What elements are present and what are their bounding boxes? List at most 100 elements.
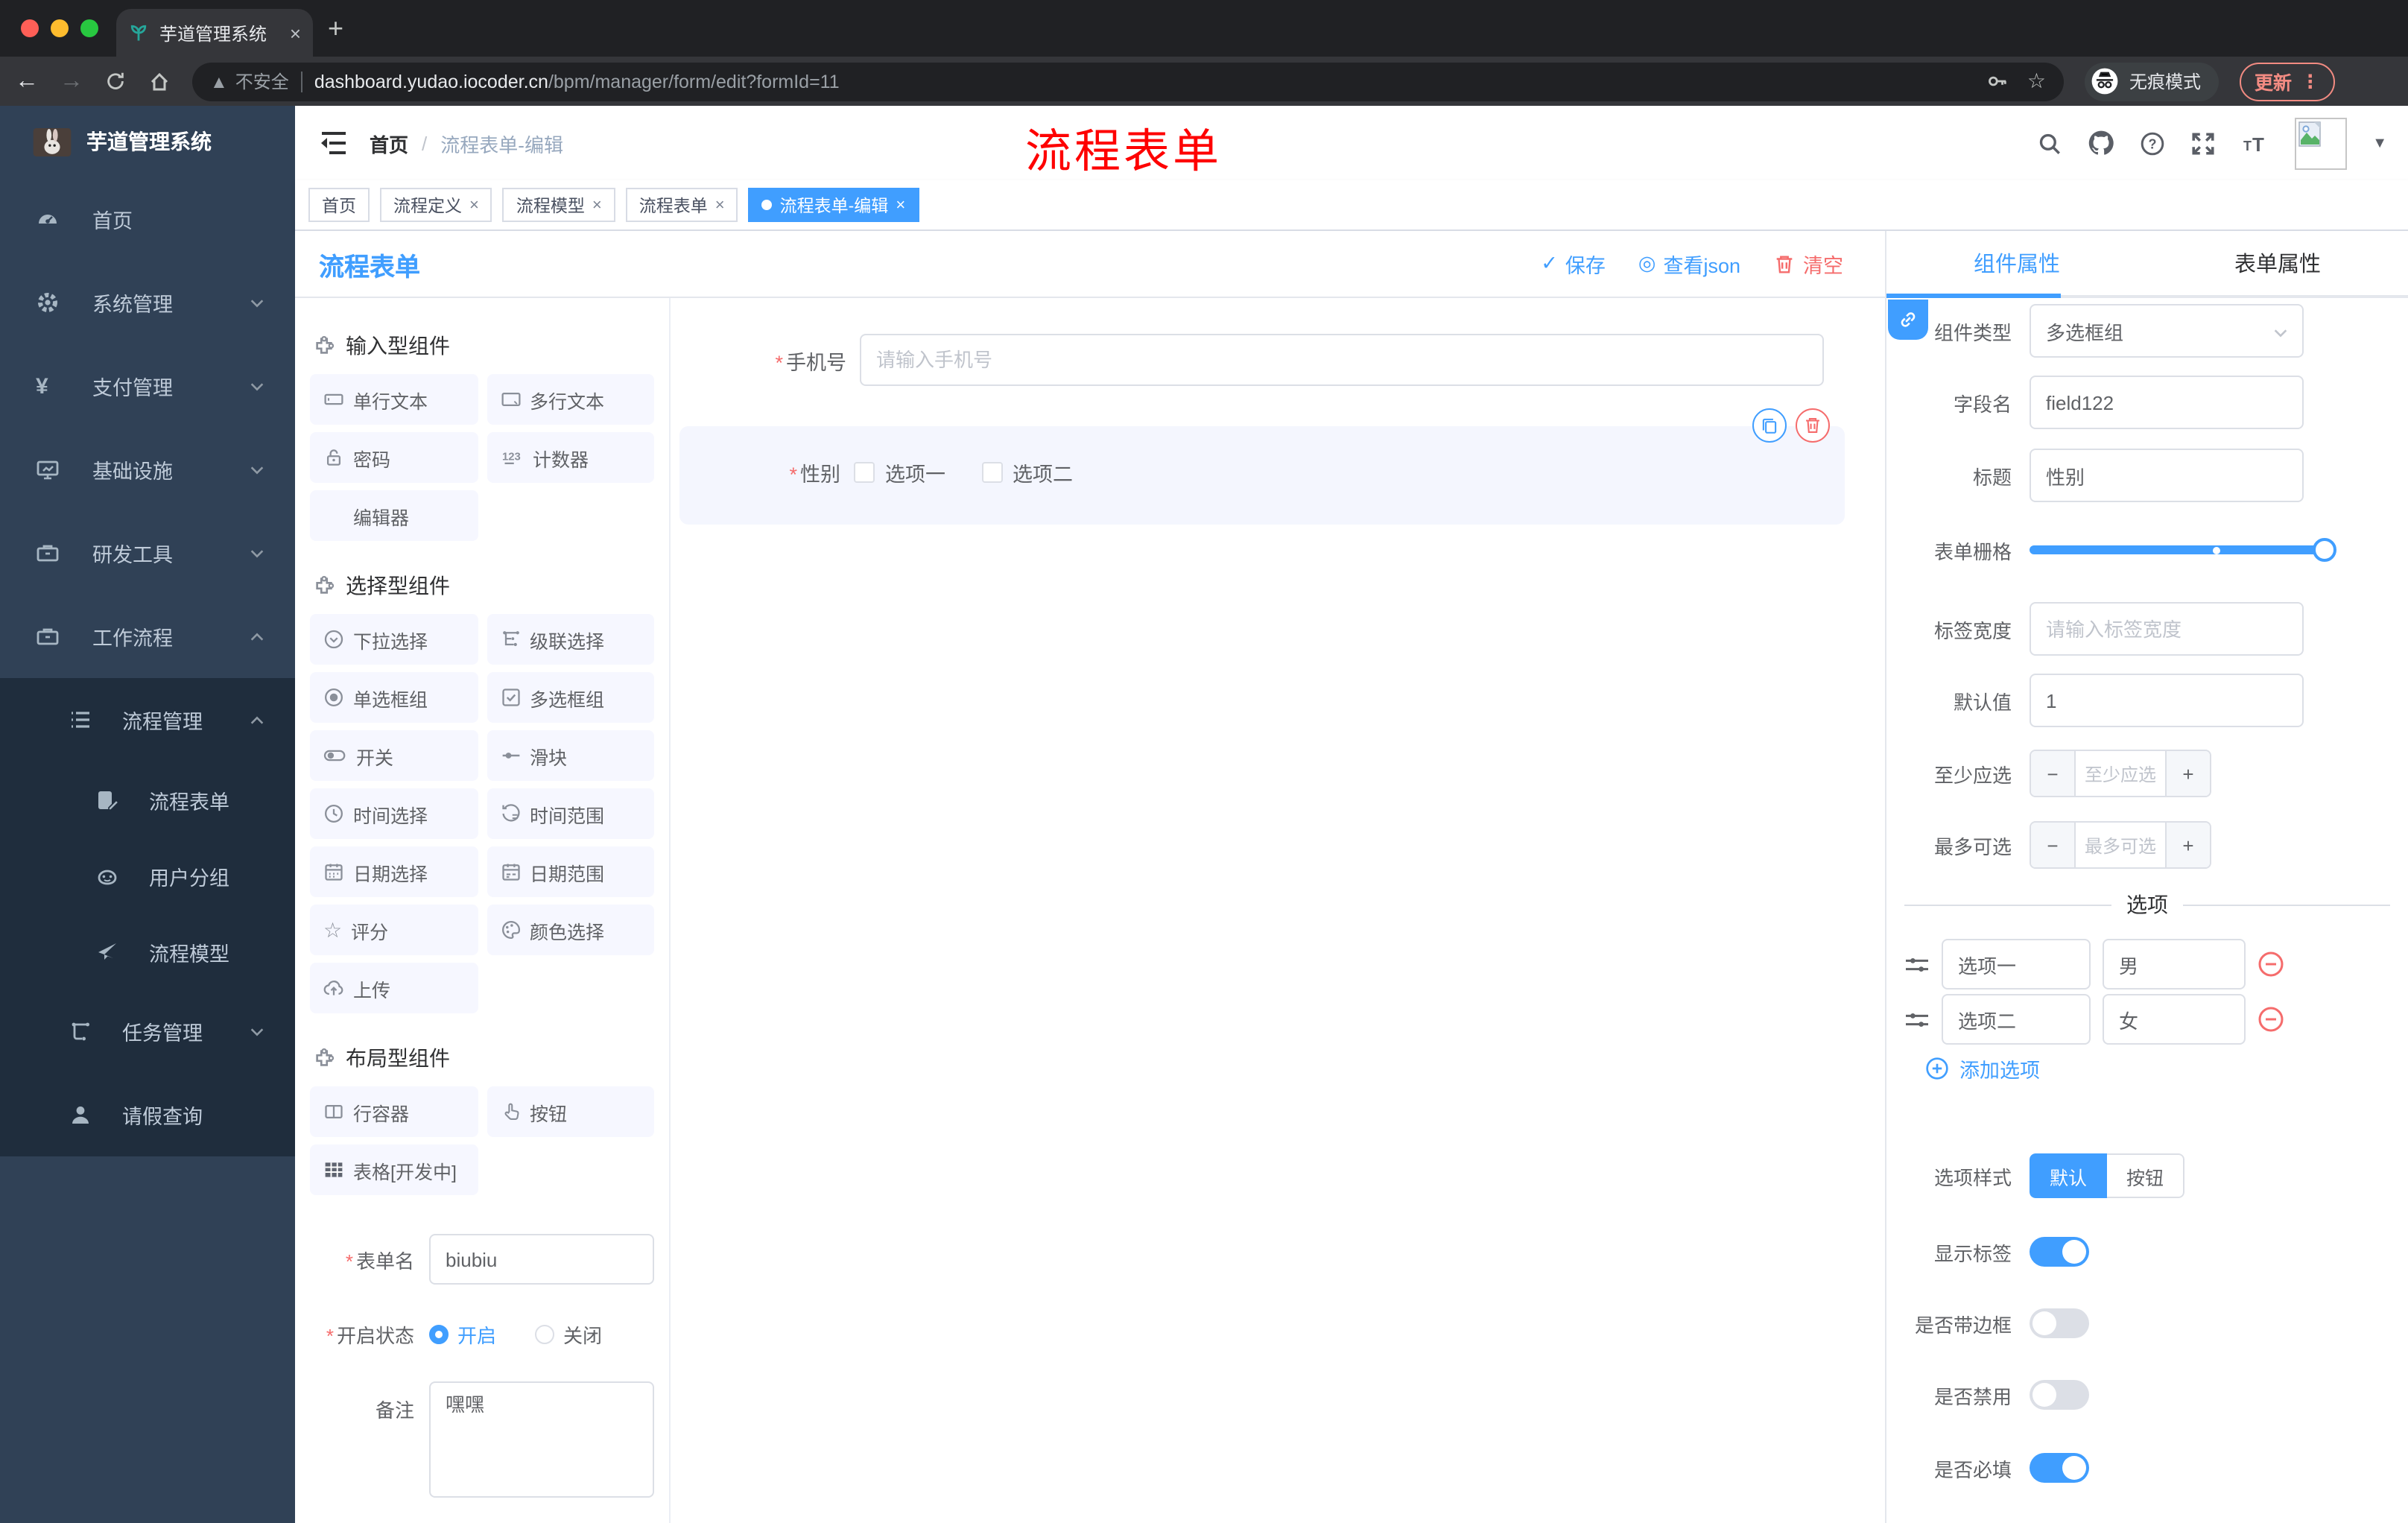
- drag-handle-icon[interactable]: [1904, 1008, 1930, 1030]
- security-warning[interactable]: ▲ 不安全: [210, 69, 289, 94]
- close-tag-icon[interactable]: ×: [592, 196, 602, 214]
- sidebar-item-leave-query[interactable]: 请假查询: [0, 1073, 295, 1156]
- min-select-stepper[interactable]: − 至少应选 +: [2030, 750, 2211, 797]
- search-icon[interactable]: [2037, 130, 2062, 156]
- sidebar-logo[interactable]: 芋道管理系统: [0, 106, 295, 177]
- canvas-field-gender-selected[interactable]: * 性别 选项一 选项二: [679, 408, 1845, 525]
- password-key-icon[interactable]: [1987, 70, 2009, 92]
- maximize-window-button[interactable]: [80, 19, 98, 37]
- palette-item-editor[interactable]: 编辑器: [310, 490, 478, 541]
- tag-process-form-edit[interactable]: 流程表单-编辑 ×: [748, 188, 919, 222]
- tag-process-form[interactable]: 流程表单 ×: [625, 188, 738, 222]
- sidebar-item-infra[interactable]: 基础设施: [0, 428, 295, 511]
- grid-slider[interactable]: [2030, 523, 2336, 577]
- bookmark-star-icon[interactable]: ☆: [2027, 69, 2046, 94]
- component-type-select[interactable]: [2030, 304, 2304, 358]
- forward-icon[interactable]: →: [60, 69, 83, 93]
- help-icon[interactable]: [2140, 130, 2165, 156]
- palette-item-multi-text[interactable]: 多行文本: [487, 374, 654, 425]
- option-label-input[interactable]: [1942, 994, 2091, 1045]
- github-icon[interactable]: [2088, 130, 2114, 156]
- sidebar-item-user-group[interactable]: 用户分组: [0, 838, 295, 914]
- option-value-input[interactable]: [2103, 994, 2246, 1045]
- checkbox-option2[interactable]: [981, 462, 1002, 483]
- palette-item-password[interactable]: 密码: [310, 432, 478, 483]
- palette-item-switch[interactable]: 开关: [310, 730, 478, 781]
- style-default-button[interactable]: 默认: [2030, 1153, 2107, 1198]
- plus-button[interactable]: +: [2165, 751, 2210, 796]
- minus-button[interactable]: −: [2031, 751, 2076, 796]
- sidebar-item-devtools[interactable]: 研发工具: [0, 511, 295, 595]
- url-text[interactable]: dashboard.yudao.iocoder.cn/bpm/manager/f…: [314, 71, 1975, 92]
- default-value-input[interactable]: [2030, 674, 2304, 727]
- browser-tab[interactable]: 芋道管理系统 ×: [116, 9, 313, 57]
- border-toggle[interactable]: [2030, 1308, 2089, 1338]
- palette-item-checkbox-group[interactable]: 多选框组: [487, 672, 654, 723]
- view-json-button[interactable]: ◎ 查看json: [1638, 249, 1740, 279]
- tag-process-model[interactable]: 流程模型 ×: [502, 188, 615, 222]
- url-bar[interactable]: ▲ 不安全 dashboard.yudao.iocoder.cn/bpm/man…: [192, 62, 2064, 101]
- palette-item-cascader[interactable]: 级联选择: [487, 614, 654, 665]
- back-icon[interactable]: ←: [15, 69, 39, 93]
- remove-option-icon[interactable]: [2258, 1006, 2284, 1033]
- palette-item-date-picker[interactable]: 日期选择: [310, 846, 478, 897]
- palette-item-row-container[interactable]: 行容器: [310, 1086, 478, 1137]
- drawer-link-handle[interactable]: [1888, 300, 1928, 340]
- phone-input[interactable]: [860, 334, 1824, 386]
- save-button[interactable]: ✓ 保存: [1541, 249, 1606, 279]
- palette-item-table[interactable]: 表格[开发中]: [310, 1144, 478, 1195]
- fullscreen-icon[interactable]: [2190, 130, 2216, 156]
- sidebar-item-process-mgmt[interactable]: 流程管理: [0, 678, 295, 762]
- tag-process-definition[interactable]: 流程定义 ×: [380, 188, 492, 222]
- tag-home[interactable]: 首页: [308, 188, 370, 222]
- label-width-input[interactable]: [2030, 602, 2304, 656]
- window-controls[interactable]: [21, 19, 98, 37]
- title-input[interactable]: [2030, 449, 2304, 502]
- hamburger-icon[interactable]: [319, 130, 349, 156]
- sidebar-item-system[interactable]: 系统管理: [0, 261, 295, 344]
- drag-handle-icon[interactable]: [1904, 953, 1930, 975]
- status-radio-on[interactable]: 开启: [429, 1320, 496, 1349]
- required-toggle[interactable]: [2030, 1453, 2089, 1483]
- slider-handle[interactable]: [2313, 538, 2336, 562]
- option-label-input[interactable]: [1942, 939, 2091, 990]
- minimize-window-button[interactable]: [51, 19, 69, 37]
- clear-button[interactable]: 清空: [1773, 249, 1843, 279]
- home-icon[interactable]: [148, 69, 171, 93]
- close-tag-icon[interactable]: ×: [896, 196, 905, 214]
- avatar[interactable]: [2295, 117, 2348, 169]
- palette-item-date-range[interactable]: 日期范围: [487, 846, 654, 897]
- palette-item-color-picker[interactable]: 颜色选择: [487, 905, 654, 955]
- sidebar-item-workflow[interactable]: 工作流程: [0, 595, 295, 678]
- field-name-input[interactable]: [2030, 376, 2304, 429]
- sidebar-item-home[interactable]: 首页: [0, 177, 295, 261]
- style-button-button[interactable]: 按钮: [2107, 1153, 2184, 1198]
- avatar-caret-icon[interactable]: ▼: [2372, 135, 2387, 151]
- close-window-button[interactable]: [21, 19, 39, 37]
- font-size-icon[interactable]: [2241, 131, 2269, 155]
- palette-item-radio-group[interactable]: 单选框组: [310, 672, 478, 723]
- form-canvas[interactable]: *手机号 *性别 选项一 选项二: [671, 298, 1885, 1523]
- canvas-field-phone[interactable]: * 手机号: [678, 334, 1855, 386]
- disabled-toggle[interactable]: [2030, 1380, 2089, 1410]
- copy-component-button[interactable]: [1752, 408, 1787, 443]
- palette-item-time-picker[interactable]: 时间选择: [310, 788, 478, 839]
- max-select-stepper[interactable]: − 最多可选 +: [2030, 821, 2211, 869]
- close-tab-icon[interactable]: ×: [290, 22, 301, 44]
- delete-component-button[interactable]: [1796, 408, 1830, 443]
- form-remark-textarea[interactable]: 嘿嘿: [429, 1381, 654, 1498]
- show-label-toggle[interactable]: [2030, 1237, 2089, 1267]
- palette-item-single-text[interactable]: 单行文本: [310, 374, 478, 425]
- tab-component-props[interactable]: 组件属性: [1886, 231, 2147, 295]
- close-tag-icon[interactable]: ×: [469, 196, 479, 214]
- breadcrumb-home[interactable]: 首页: [370, 129, 408, 157]
- palette-item-counter[interactable]: 计数器: [487, 432, 654, 483]
- new-tab-button[interactable]: +: [328, 15, 343, 42]
- palette-item-upload[interactable]: 上传: [310, 963, 478, 1013]
- form-name-input[interactable]: [429, 1234, 654, 1285]
- reload-icon[interactable]: [104, 70, 127, 92]
- palette-item-button[interactable]: 按钮: [487, 1086, 654, 1137]
- sidebar-item-payment[interactable]: ¥ 支付管理: [0, 344, 295, 428]
- option-value-input[interactable]: [2103, 939, 2246, 990]
- sidebar-item-process-model[interactable]: 流程模型: [0, 914, 295, 990]
